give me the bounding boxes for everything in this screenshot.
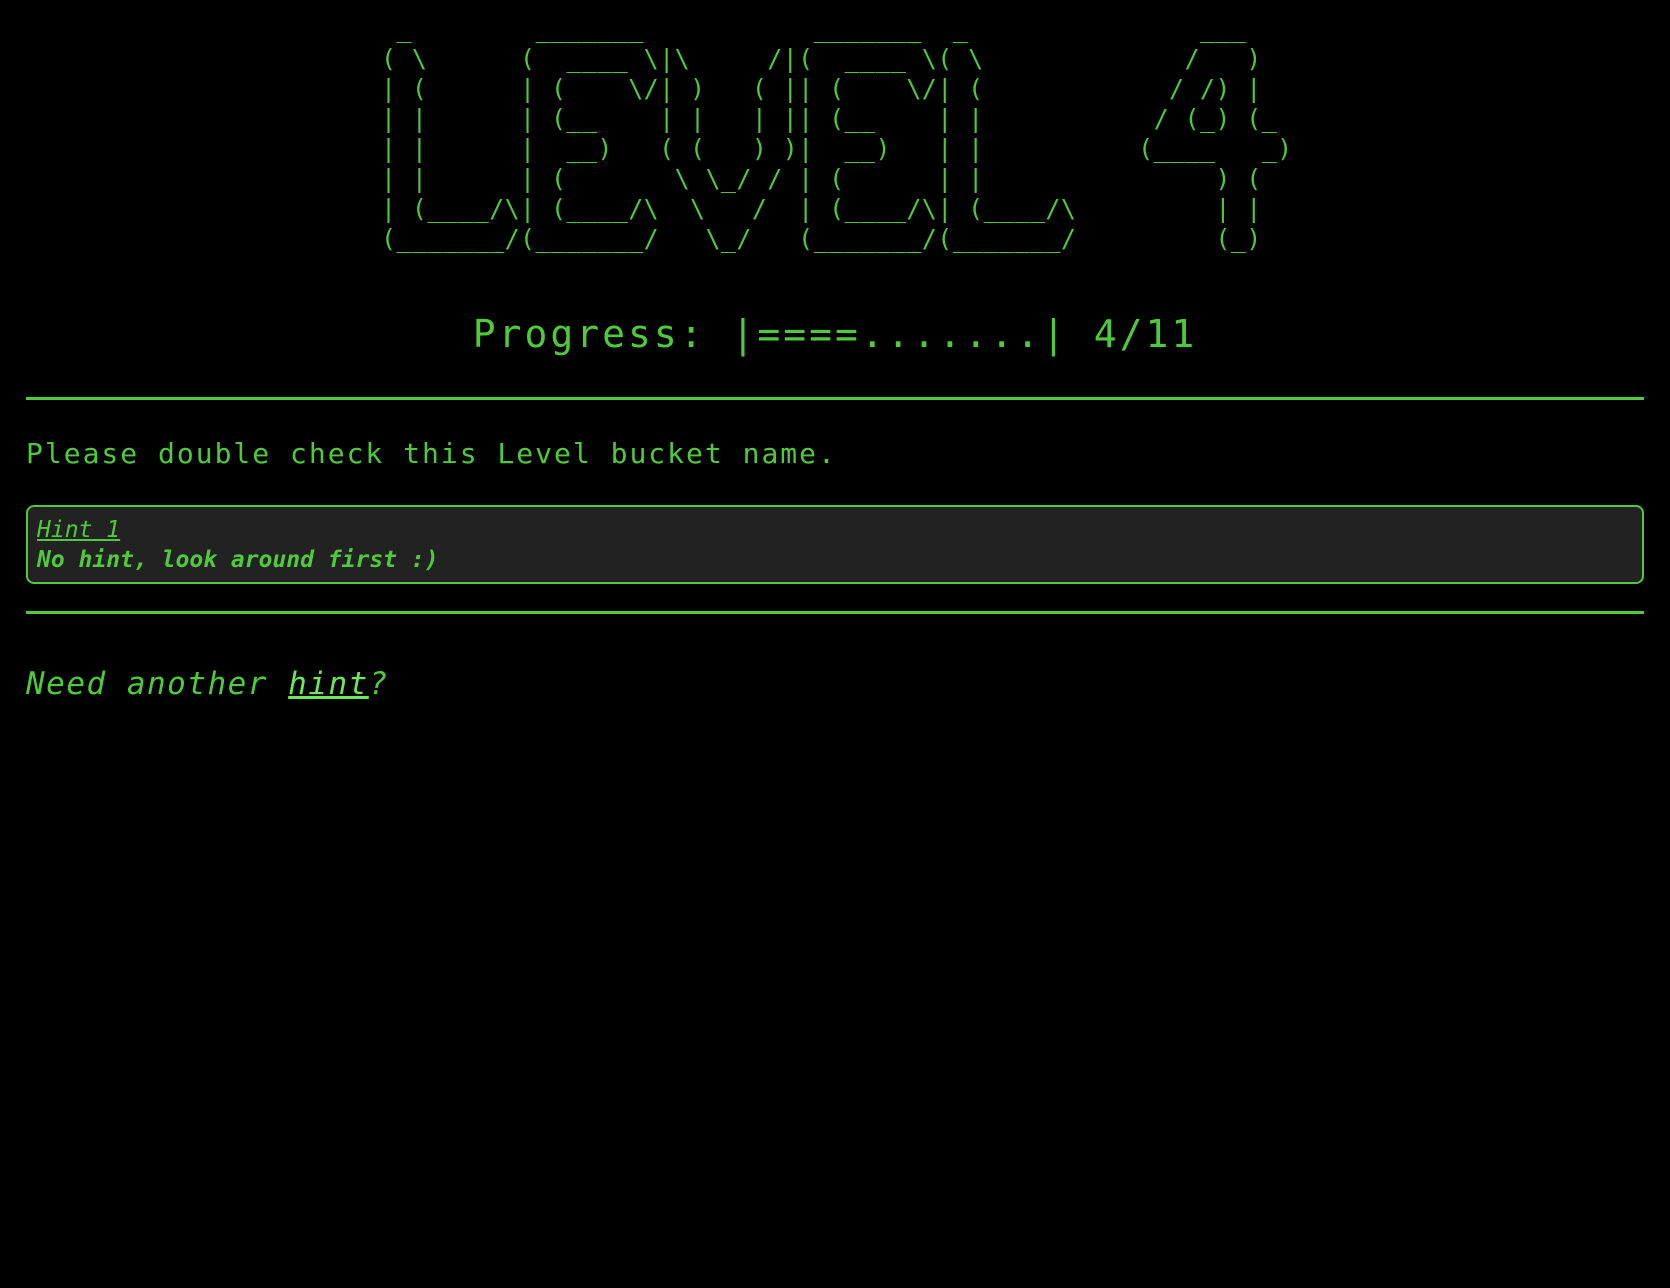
bottom-divider xyxy=(26,611,1644,614)
hint-1-link[interactable]: Hint 1 xyxy=(37,515,120,545)
level-4-ascii-banner: _ _______ _______ _ ___ ( \ ( ____ \|\ /… xyxy=(381,14,1293,253)
top-divider xyxy=(26,397,1644,400)
hint-box: Hint 1 No hint, look around first :) xyxy=(26,505,1644,584)
another-hint-prefix: Need another xyxy=(26,666,289,702)
another-hint-suffix: ? xyxy=(368,666,389,702)
another-hint-prompt: Need another hint? xyxy=(26,666,1644,702)
progress-indicator: Progress: |====.......| 4/11 xyxy=(472,312,1198,356)
level-message: Please double check this Level bucket na… xyxy=(26,437,837,470)
level-page: _ _______ _______ _ ___ ( \ ( ____ \|\ /… xyxy=(0,0,1670,702)
hint-1-text: No hint, look around first :) xyxy=(37,547,439,573)
another-hint-link[interactable]: hint xyxy=(288,666,369,702)
